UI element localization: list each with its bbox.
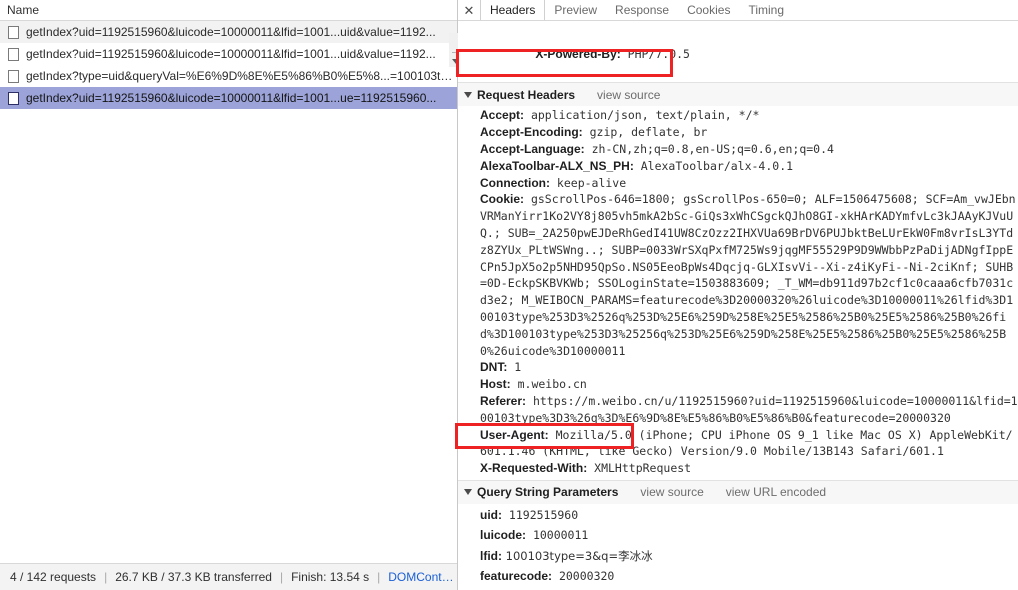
- header-value: m.weibo.cn: [510, 377, 587, 392]
- header-row: Accept-Encoding: gzip, deflate, br: [458, 124, 1018, 141]
- header-row-referer: Referer: https://m.weibo.cn/u/1192515960…: [458, 393, 1018, 427]
- param-row: luicode: 10000011: [458, 525, 1018, 546]
- header-value: https://m.weibo.cn/u/1192515960?uid=1192…: [480, 393, 1018, 425]
- tab-preview[interactable]: Preview: [545, 0, 606, 20]
- status-domcontentloaded[interactable]: DOMContentL...: [388, 570, 457, 584]
- headers-content[interactable]: X-Log-Uid: 1897702241 X-Powered-By: PHP/…: [458, 21, 1018, 590]
- tab-timing[interactable]: Timing: [739, 0, 793, 20]
- query-string-title: Query String Parameters: [477, 485, 619, 500]
- header-value: application/json, text/plain, */*: [524, 108, 760, 123]
- request-name: getIndex?type=uid&queryVal=%E6%9D%8E%E5%…: [26, 69, 457, 83]
- tab-cookies[interactable]: Cookies: [678, 0, 739, 20]
- header-row: DNT: 1: [458, 359, 1018, 376]
- header-row: Accept-Language: zh-CN,zh;q=0.8,en-US;q=…: [458, 141, 1018, 158]
- request-details-panel: ✕ Headers Preview Response Cookies Timin…: [458, 0, 1018, 590]
- close-icon[interactable]: ✕: [458, 0, 480, 20]
- requests-column-header: Name: [0, 0, 457, 21]
- header-key: Host:: [480, 377, 511, 392]
- triangle-down-icon[interactable]: [464, 489, 472, 496]
- status-transferred: 26.7 KB / 37.3 KB transferred: [115, 570, 272, 584]
- column-header-name[interactable]: Name: [7, 3, 39, 17]
- header-key: Accept-Language:: [480, 141, 585, 156]
- view-source-link[interactable]: view source: [640, 485, 703, 499]
- request-row[interactable]: getIndex?uid=1192515960&luicode=10000011…: [0, 21, 457, 43]
- requests-list-panel: Name getIndex?uid=1192515960&luicode=100…: [0, 0, 463, 590]
- header-row: Host: m.weibo.cn: [458, 376, 1018, 393]
- document-icon: [8, 47, 19, 61]
- status-separator: |: [377, 570, 381, 584]
- tab-response[interactable]: Response: [606, 0, 678, 20]
- header-row: AlexaToolbar-ALX_NS_PH: AlexaToolbar/alx…: [458, 158, 1018, 175]
- header-row: X-Powered-By: PHP/7.0.5: [458, 29, 1018, 79]
- param-value: 100103type=3&q=李冰冰: [502, 548, 653, 563]
- header-value: gsScrollPos-646=1800; gsScrollPos-650=0;…: [480, 192, 1016, 358]
- header-key: User-Agent:: [480, 427, 549, 442]
- header-row-user-agent: User-Agent: Mozilla/5.0 (iPhone; CPU iPh…: [458, 427, 1018, 461]
- param-key: featurecode:: [480, 569, 553, 584]
- param-value: 20000320: [552, 569, 615, 584]
- header-row: Connection: keep-alive: [458, 175, 1018, 192]
- param-row: lfid: 100103type=3&q=李冰冰: [458, 546, 1018, 567]
- status-separator: |: [104, 570, 108, 584]
- param-key: luicode:: [480, 528, 527, 543]
- param-row: featurecode: 20000320: [458, 566, 1018, 587]
- header-key: DNT:: [480, 360, 508, 375]
- query-string-section-header[interactable]: Query String Parameters view source view…: [458, 479, 1018, 504]
- view-url-encoded-link[interactable]: view URL encoded: [726, 485, 826, 499]
- param-value: 10000011: [526, 528, 589, 543]
- param-row: uid: 1192515960: [458, 505, 1018, 526]
- header-key: Accept:: [480, 108, 525, 123]
- header-key: Accept-Encoding:: [480, 125, 583, 140]
- request-row-selected[interactable]: getIndex?uid=1192515960&luicode=10000011…: [0, 87, 457, 109]
- status-separator: |: [279, 570, 284, 584]
- param-key: uid:: [480, 507, 502, 522]
- header-value: gzip, deflate, br: [582, 125, 708, 140]
- clipped-header-row: X-Log-Uid: 1897702241: [458, 21, 1018, 29]
- request-row[interactable]: getIndex?uid=1192515960&luicode=10000011…: [0, 43, 457, 65]
- header-row-cookie: Cookie: gsScrollPos-646=1800; gsScrollPo…: [458, 191, 1018, 359]
- header-key: Connection:: [480, 175, 550, 190]
- header-value: PHP/7.0.5: [620, 46, 690, 61]
- request-headers-title: Request Headers: [477, 87, 576, 102]
- header-value: AlexaToolbar/alx-4.0.1: [633, 158, 794, 173]
- status-requests: 4 / 142 requests: [10, 570, 97, 584]
- tab-headers[interactable]: Headers: [480, 0, 546, 20]
- header-value: keep-alive: [550, 175, 627, 190]
- view-source-link[interactable]: view source: [597, 88, 660, 102]
- request-name: getIndex?uid=1192515960&luicode=10000011…: [26, 91, 437, 105]
- status-finish: Finish: 13.54 s: [291, 570, 370, 584]
- header-row: X-Requested-With: XMLHttpRequest: [458, 460, 1018, 477]
- header-key: Referer:: [480, 393, 527, 408]
- header-key: AlexaToolbar-ALX_NS_PH:: [480, 158, 634, 173]
- request-name: getIndex?uid=1192515960&luicode=10000011…: [26, 47, 436, 61]
- document-icon: [8, 69, 19, 83]
- header-key: X-Powered-By:: [535, 46, 621, 61]
- request-headers-list: Accept: application/json, text/plain, */…: [458, 107, 1018, 477]
- header-value: XMLHttpRequest: [587, 461, 692, 476]
- network-status-bar: 4 / 142 requests | 26.7 KB / 37.3 KB tra…: [0, 563, 457, 590]
- param-value: 1192515960: [502, 507, 579, 522]
- header-value: 1: [507, 360, 522, 375]
- query-string-params-list: uid: 1192515960 luicode: 10000011 lfid: …: [458, 505, 1018, 590]
- requests-list[interactable]: getIndex?uid=1192515960&luicode=10000011…: [0, 21, 457, 563]
- details-tabstrip: ✕ Headers Preview Response Cookies Timin…: [458, 0, 1018, 21]
- header-row: Accept: application/json, text/plain, */…: [458, 107, 1018, 124]
- triangle-down-icon[interactable]: [464, 91, 472, 98]
- devtools-network-panel: Name getIndex?uid=1192515960&luicode=100…: [0, 0, 1018, 590]
- header-value: zh-CN,zh;q=0.8,en-US;q=0.6,en;q=0.4: [584, 141, 834, 156]
- param-key: lfid:: [480, 548, 502, 563]
- request-row[interactable]: getIndex?type=uid&queryVal=%E6%9D%8E%E5%…: [0, 65, 457, 87]
- header-value: Mozilla/5.0 (iPhone; CPU iPhone OS 9_1 l…: [480, 427, 1013, 459]
- document-icon: [8, 91, 19, 105]
- header-key: X-Requested-With:: [480, 461, 588, 476]
- document-icon: [8, 25, 19, 39]
- request-name: getIndex?uid=1192515960&luicode=10000011…: [26, 25, 436, 39]
- header-key: Cookie:: [480, 192, 525, 207]
- request-headers-section-header[interactable]: Request Headers view source: [458, 82, 1018, 107]
